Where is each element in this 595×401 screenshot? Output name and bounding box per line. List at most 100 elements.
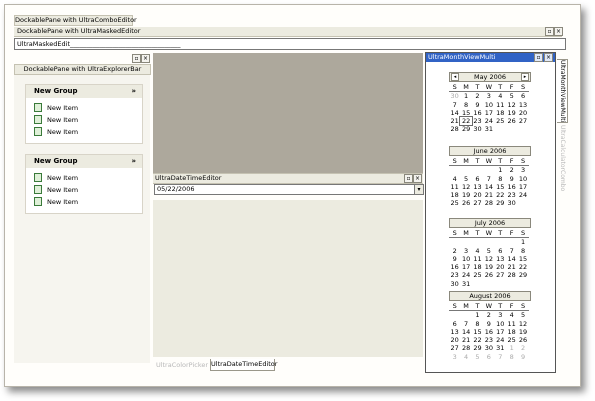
calendar-day[interactable]: 4 <box>495 92 506 100</box>
calendar-day[interactable]: 16 <box>506 183 517 191</box>
calendar-day[interactable]: 8 <box>517 247 528 255</box>
calendar-day[interactable]: 15 <box>495 183 506 191</box>
calendar-day[interactable]: 17 <box>483 109 494 117</box>
calendar-day[interactable]: 10 <box>483 101 494 109</box>
calendar-day[interactable]: 31 <box>483 125 494 133</box>
calendar-day[interactable]: 2 <box>449 247 460 255</box>
calendar-day[interactable]: 5 <box>506 92 517 100</box>
calendar-day[interactable]: 28 <box>460 344 471 352</box>
calendar-day[interactable]: 22 <box>459 116 473 127</box>
calendar-day[interactable]: 29 <box>472 344 483 352</box>
calendar-day[interactable]: 4 <box>472 247 483 255</box>
calendar-day[interactable]: 16 <box>449 263 460 271</box>
collapse-icon[interactable]: » <box>131 85 136 98</box>
calendar-day[interactable]: 3 <box>460 247 471 255</box>
calendar-day[interactable]: 9 <box>506 175 517 183</box>
calendar-day[interactable]: 17 <box>495 328 506 336</box>
calendar-day[interactable]: 3 <box>483 92 494 100</box>
calendar-day[interactable]: 9 <box>449 255 460 263</box>
calendar-day[interactable]: 31 <box>495 344 506 352</box>
calendar-day[interactable]: 18 <box>449 191 460 199</box>
calendar-day[interactable]: 17 <box>517 183 528 191</box>
side-tab-ultramonthviewmulti[interactable]: UltraMonthViewMulti <box>557 59 568 123</box>
calendar-day[interactable]: 26 <box>483 271 494 279</box>
calendar-day[interactable]: 15 <box>472 328 483 336</box>
calendar-day[interactable]: 12 <box>460 183 471 191</box>
calendar-day[interactable]: 20 <box>517 109 528 117</box>
pin-icon[interactable]: ▫ <box>132 54 141 63</box>
group-item[interactable]: New Item <box>34 114 78 125</box>
calendar-day[interactable]: 14 <box>449 109 460 117</box>
calendar-day[interactable]: 12 <box>517 320 528 328</box>
calendar-day[interactable]: 26 <box>506 117 517 125</box>
calendar-day[interactable]: 25 <box>472 271 483 279</box>
calendar-day[interactable]: 26 <box>460 199 471 207</box>
calendar-day[interactable]: 7 <box>483 175 494 183</box>
calendar-day[interactable]: 12 <box>506 101 517 109</box>
calendar-day[interactable]: 4 <box>460 353 471 361</box>
calendar-day[interactable]: 23 <box>506 191 517 199</box>
collapse-icon[interactable]: » <box>131 155 136 168</box>
calendar-day[interactable]: 30 <box>506 199 517 207</box>
calendar-day[interactable]: 21 <box>449 117 460 125</box>
group-item[interactable]: New Item <box>34 172 78 183</box>
calendar-day[interactable]: 7 <box>449 101 460 109</box>
next-month-icon[interactable]: ▸ <box>521 73 529 81</box>
calendar-day[interactable]: 30 <box>483 344 494 352</box>
calendar-day[interactable]: 27 <box>517 117 528 125</box>
calendar-day[interactable]: 11 <box>495 101 506 109</box>
calendar-day[interactable]: 27 <box>449 344 460 352</box>
calendar-day[interactable]: 11 <box>506 320 517 328</box>
calendar-day[interactable]: 23 <box>472 117 483 125</box>
calendar-day[interactable]: 28 <box>483 199 494 207</box>
calendar-day[interactable]: 5 <box>460 175 471 183</box>
calendar-day[interactable]: 7 <box>495 353 506 361</box>
masked-edit-input[interactable]: UltraMaskedEdit_________________________… <box>14 38 566 50</box>
calendar-day[interactable]: 19 <box>517 328 528 336</box>
group-item[interactable]: New Item <box>34 126 78 137</box>
close-icon[interactable]: × <box>141 54 150 63</box>
calendar-day[interactable]: 25 <box>495 117 506 125</box>
calendar-day[interactable]: 19 <box>460 191 471 199</box>
calendar-day[interactable]: 6 <box>517 92 528 100</box>
calendar-day[interactable]: 10 <box>495 320 506 328</box>
calendar-day[interactable]: 3 <box>495 311 506 319</box>
calendar-day[interactable]: 4 <box>449 175 460 183</box>
group-item[interactable]: New Item <box>34 184 78 195</box>
calendar-day[interactable]: 10 <box>517 175 528 183</box>
calendar-day[interactable]: 4 <box>506 311 517 319</box>
calendar-day[interactable]: 1 <box>495 166 506 174</box>
calendar-day[interactable]: 22 <box>517 263 528 271</box>
calendar-day[interactable]: 13 <box>517 101 528 109</box>
calendar-day[interactable]: 8 <box>495 175 506 183</box>
calendar-day[interactable]: 27 <box>472 199 483 207</box>
calendar-day[interactable]: 9 <box>472 101 483 109</box>
calendar-day[interactable]: 1 <box>506 344 517 352</box>
calendar-day[interactable]: 16 <box>483 328 494 336</box>
calendar-day[interactable]: 31 <box>460 280 471 288</box>
calendar-day[interactable]: 6 <box>472 175 483 183</box>
calendar-day[interactable]: 20 <box>472 191 483 199</box>
calendar-day[interactable]: 8 <box>472 320 483 328</box>
tab-ultracolorpicker[interactable]: UltraColorPicker <box>155 360 209 370</box>
calendar-day[interactable]: 6 <box>483 353 494 361</box>
calendar-day[interactable]: 18 <box>472 263 483 271</box>
calendar-day[interactable]: 17 <box>460 263 471 271</box>
calendar-day[interactable]: 18 <box>506 328 517 336</box>
calendar-day[interactable]: 6 <box>495 247 506 255</box>
calendar-day[interactable]: 29 <box>517 271 528 279</box>
group-header[interactable]: New Group» <box>26 85 142 98</box>
calendar-day[interactable]: 12 <box>483 255 494 263</box>
calendar-day[interactable]: 21 <box>483 191 494 199</box>
calendar-day[interactable]: 5 <box>472 353 483 361</box>
calendar-day[interactable]: 16 <box>472 109 483 117</box>
calendar-day[interactable]: 2 <box>506 166 517 174</box>
calendar-day[interactable]: 5 <box>517 311 528 319</box>
calendar-day[interactable]: 13 <box>472 183 483 191</box>
calendar-day[interactable]: 25 <box>449 199 460 207</box>
side-tab-ultracalculatorcombo[interactable]: UltraCalculatorCombo <box>557 123 567 193</box>
calendar-day[interactable]: 24 <box>495 336 506 344</box>
close-icon[interactable]: × <box>554 27 563 36</box>
pin-icon[interactable]: ▫ <box>545 27 554 36</box>
calendar-day[interactable]: 8 <box>506 353 517 361</box>
